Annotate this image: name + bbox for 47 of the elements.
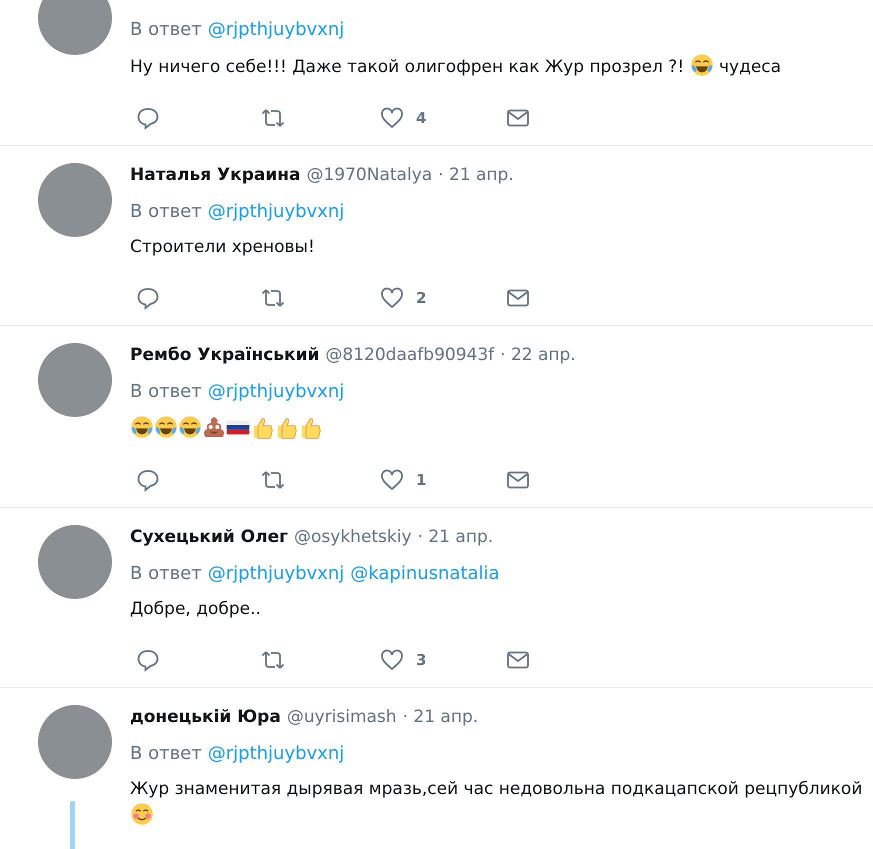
like-count: 4 xyxy=(416,109,426,127)
user-handle[interactable]: @uyrisimash xyxy=(286,705,397,729)
heart-icon[interactable] xyxy=(380,468,404,492)
heart-icon[interactable] xyxy=(380,106,404,130)
mention-link[interactable]: @kapinusnatalia xyxy=(350,562,500,586)
reply-icon[interactable] xyxy=(136,286,160,310)
user-handle[interactable]: @osykhetskiy xyxy=(294,525,412,549)
user-handle[interactable]: @1970Natalya xyxy=(306,163,432,187)
tweet-date[interactable]: · 21 апр. xyxy=(438,163,514,187)
blush-emoji-icon xyxy=(130,802,154,826)
reply-label: В ответ xyxy=(130,380,202,404)
mention-link[interactable]: @rjpthjuybvxnj xyxy=(208,742,344,766)
tweet-text: Добре, добре.. xyxy=(130,599,261,619)
like-count: 3 xyxy=(416,651,426,669)
tweet-text: Строители хреновы! xyxy=(130,237,315,257)
tweet-text: чудеса xyxy=(718,57,782,77)
user-handle[interactable]: @8120daafb90943f xyxy=(325,343,494,367)
avatar-photo-placeholder[interactable] xyxy=(38,0,112,55)
mention-link[interactable]: @rjpthjuybvxnj xyxy=(208,562,344,586)
poop-emoji-icon xyxy=(202,415,226,439)
user-name[interactable]: Наталья Украина xyxy=(130,163,300,187)
like-count: 2 xyxy=(416,289,426,307)
tweet-date[interactable]: · 22 апр. xyxy=(500,343,576,367)
reply-icon[interactable] xyxy=(136,468,160,492)
heart-icon[interactable] xyxy=(380,286,404,310)
reply-icon[interactable] xyxy=(136,648,160,672)
mention-link[interactable]: @rjpthjuybvxnj xyxy=(208,380,344,404)
reply-label: В ответ xyxy=(130,200,202,224)
tweet-date[interactable]: · 21 апр. xyxy=(402,705,478,729)
heart-icon[interactable] xyxy=(380,648,404,672)
user-name[interactable]: донецькій Юра xyxy=(130,705,281,729)
laughing-emoji-icon xyxy=(154,415,178,439)
reply-label: В ответ xyxy=(130,562,202,586)
user-name[interactable]: Сухецький Олег xyxy=(130,525,288,549)
like-count: 1 xyxy=(416,471,426,489)
tweet-text: Ну ничего себе!!! Даже такой олигофрен как Жур прозрел ?! xyxy=(130,57,686,77)
reply-label: В ответ xyxy=(130,742,202,766)
tweet-text: Жур знаменитая дырявая мразь,сей час недовольна подкацапской рецпубликой xyxy=(130,779,862,799)
mention-link[interactable]: @rjpthjuybvxnj xyxy=(208,18,344,42)
tweet-date[interactable]: · 21 апр. xyxy=(418,525,494,549)
laughing-emoji-icon xyxy=(130,415,154,439)
laughing-emoji-icon xyxy=(178,415,202,439)
reply-icon[interactable] xyxy=(136,106,160,130)
reply-label: В ответ xyxy=(130,18,202,42)
mention-link[interactable]: @rjpthjuybvxnj xyxy=(208,200,344,224)
user-name[interactable]: Рембо Український xyxy=(130,343,320,367)
laughing-emoji-icon xyxy=(690,53,714,77)
